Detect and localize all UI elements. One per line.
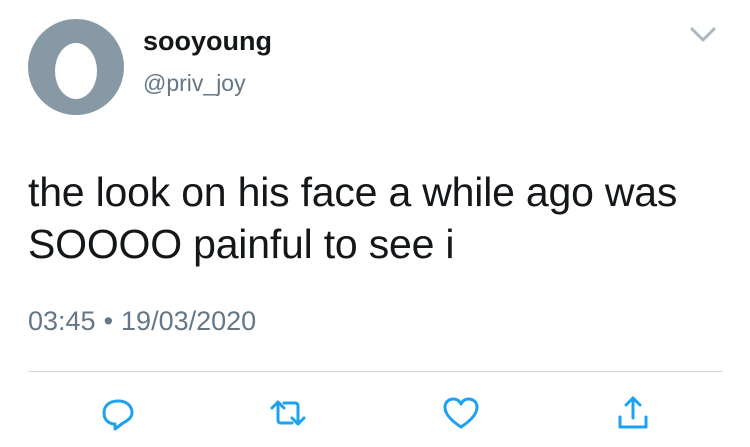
user-handle[interactable]: @priv_joy — [143, 68, 246, 98]
tweet-card: sooyoung @priv_joy the look on his face … — [0, 0, 750, 447]
reply-icon — [102, 399, 134, 431]
retweet-button[interactable] — [268, 393, 308, 433]
tweet-time: 03:45 — [28, 306, 96, 336]
avatar[interactable] — [28, 19, 124, 115]
tweet-text: the look on his face a while ago was SOO… — [28, 166, 728, 270]
share-icon — [618, 396, 648, 429]
egg-avatar-icon — [55, 43, 97, 99]
more-options-caret[interactable] — [683, 20, 723, 50]
divider — [28, 371, 722, 372]
timestamp-separator: • — [103, 306, 114, 336]
share-button[interactable] — [613, 393, 653, 433]
heart-icon — [443, 397, 479, 429]
tweet-text-line: SOOOO painful to see i — [28, 221, 455, 267]
like-button[interactable] — [441, 393, 481, 433]
tweet-text-line: the look on his face a while ago was — [28, 169, 678, 215]
retweet-icon — [270, 400, 306, 426]
reply-button[interactable] — [98, 393, 138, 433]
chevron-down-icon — [690, 27, 716, 42]
tweet-timestamp[interactable]: 03:45 • 19/03/2020 — [28, 304, 256, 338]
tweet-date: 19/03/2020 — [121, 306, 257, 336]
display-name[interactable]: sooyoung — [143, 24, 272, 58]
